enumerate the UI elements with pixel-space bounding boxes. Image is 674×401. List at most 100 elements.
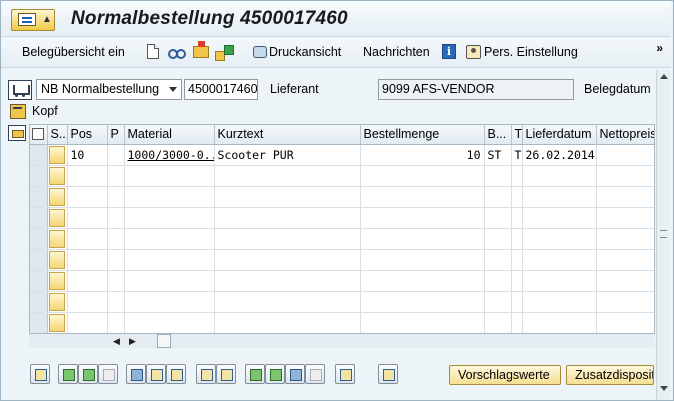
- document-overview-button[interactable]: Belegübersicht ein: [22, 45, 125, 59]
- table-cell[interactable]: [107, 249, 125, 271]
- table-cell[interactable]: [67, 165, 108, 187]
- table-cell[interactable]: [214, 207, 361, 229]
- table-cell[interactable]: [596, 165, 654, 187]
- table-cell[interactable]: [511, 312, 523, 333]
- row-selector[interactable]: [30, 228, 48, 250]
- filter-icon[interactable]: [285, 364, 305, 384]
- scroll-down-icon[interactable]: [660, 386, 668, 391]
- table-row[interactable]: [30, 186, 654, 208]
- table-cell[interactable]: [484, 186, 512, 208]
- table-cell[interactable]: [124, 249, 215, 271]
- table-cell[interactable]: [214, 291, 361, 313]
- table-cell[interactable]: [214, 249, 361, 271]
- table-cell[interactable]: [107, 165, 125, 187]
- table-cell[interactable]: [360, 165, 485, 187]
- column-header[interactable]: Bestellmenge: [360, 125, 485, 145]
- table-cell[interactable]: [67, 186, 108, 208]
- table-cell[interactable]: [67, 228, 108, 250]
- table-cell[interactable]: [511, 291, 523, 313]
- delivery-date-cell[interactable]: 26.02.2014: [522, 144, 597, 166]
- table-cell[interactable]: [124, 312, 215, 333]
- table-cell[interactable]: [214, 270, 361, 292]
- items-section-icon[interactable]: [8, 125, 26, 141]
- row-selector[interactable]: [30, 291, 48, 313]
- table-cell[interactable]: [484, 270, 512, 292]
- table-cell[interactable]: [67, 207, 108, 229]
- table-cell[interactable]: [596, 249, 654, 271]
- table-cell[interactable]: [360, 207, 485, 229]
- row-selector[interactable]: [30, 144, 48, 166]
- table-cell[interactable]: [522, 291, 597, 313]
- scroll-up-icon[interactable]: [660, 74, 668, 79]
- columns-icon[interactable]: [216, 364, 236, 384]
- column-header[interactable]: Lieferdatum: [522, 125, 597, 145]
- status-cell[interactable]: [47, 165, 68, 187]
- table-cell[interactable]: [67, 270, 108, 292]
- scroll-right-icon[interactable]: ▶: [129, 336, 136, 347]
- copy-icon[interactable]: [58, 364, 78, 384]
- table-cell[interactable]: [107, 312, 125, 333]
- system-menu-button[interactable]: ▲: [11, 9, 55, 31]
- print-icon[interactable]: [335, 364, 355, 384]
- table-row[interactable]: [30, 165, 654, 187]
- table-cell[interactable]: [124, 270, 215, 292]
- table-cell[interactable]: [124, 207, 215, 229]
- column-header[interactable]: P: [107, 125, 125, 145]
- row-selector[interactable]: [30, 165, 48, 187]
- position-cell[interactable]: 10: [67, 144, 108, 166]
- table-cell[interactable]: [107, 186, 125, 208]
- table-cell[interactable]: [511, 207, 523, 229]
- status-cell[interactable]: [47, 249, 68, 271]
- additional-planning-button[interactable]: Zusatzdisposit: [566, 365, 654, 385]
- table-cell[interactable]: [360, 291, 485, 313]
- table-cell[interactable]: [124, 291, 215, 313]
- table-cell[interactable]: [360, 228, 485, 250]
- table-cell[interactable]: [596, 312, 654, 333]
- table-cell[interactable]: [360, 186, 485, 208]
- column-header[interactable]: Kurztext: [214, 125, 361, 145]
- table-cell[interactable]: [214, 312, 361, 333]
- row-selector[interactable]: [30, 270, 48, 292]
- unit-cell[interactable]: ST: [484, 144, 512, 166]
- table-cell[interactable]: [360, 249, 485, 271]
- paste-icon[interactable]: [98, 364, 118, 384]
- info-icon[interactable]: i: [442, 44, 456, 59]
- table-cell[interactable]: [124, 165, 215, 187]
- column-header[interactable]: Nettopreis: [596, 125, 654, 145]
- table-cell[interactable]: [522, 312, 597, 333]
- filter-off-icon[interactable]: [305, 364, 325, 384]
- table-cell[interactable]: [107, 228, 125, 250]
- table-cell[interactable]: [107, 270, 125, 292]
- vendor-field[interactable]: 9099 AFS-VENDOR: [378, 79, 574, 100]
- personal-settings-button[interactable]: Pers. Einstellung: [484, 45, 578, 59]
- layout-icon[interactable]: [378, 364, 398, 384]
- table-cell[interactable]: [360, 270, 485, 292]
- table-cell[interactable]: [360, 312, 485, 333]
- table-row[interactable]: [30, 291, 654, 313]
- status-cell[interactable]: [47, 186, 68, 208]
- row-selector[interactable]: [30, 186, 48, 208]
- table-cell[interactable]: [107, 291, 125, 313]
- table-cell[interactable]: [522, 186, 597, 208]
- table-row[interactable]: 10 1000/3000-0... Scooter PUR 10 ST T 26…: [30, 144, 654, 166]
- select-all-cell[interactable]: [30, 125, 48, 145]
- table-cell[interactable]: [596, 207, 654, 229]
- more-icon[interactable]: »: [656, 41, 663, 55]
- table-cell[interactable]: [484, 207, 512, 229]
- table-row[interactable]: [30, 270, 654, 292]
- table-row[interactable]: [30, 312, 654, 333]
- table-cell[interactable]: [596, 186, 654, 208]
- table-cell[interactable]: [67, 312, 108, 333]
- new-document-icon[interactable]: [147, 44, 159, 59]
- table-cell[interactable]: [596, 228, 654, 250]
- default-values-button[interactable]: Vorschlagswerte: [449, 365, 561, 385]
- item-category-cell[interactable]: [107, 144, 125, 166]
- net-price-cell[interactable]: [596, 144, 654, 166]
- status-cell[interactable]: [47, 144, 68, 166]
- header-expand-icon[interactable]: [10, 104, 26, 119]
- table-cell[interactable]: [511, 249, 523, 271]
- scroll-grip[interactable]: [660, 230, 667, 238]
- display-change-icon[interactable]: [168, 45, 186, 59]
- column-header[interactable]: Material: [124, 125, 215, 145]
- table-cell[interactable]: [214, 165, 361, 187]
